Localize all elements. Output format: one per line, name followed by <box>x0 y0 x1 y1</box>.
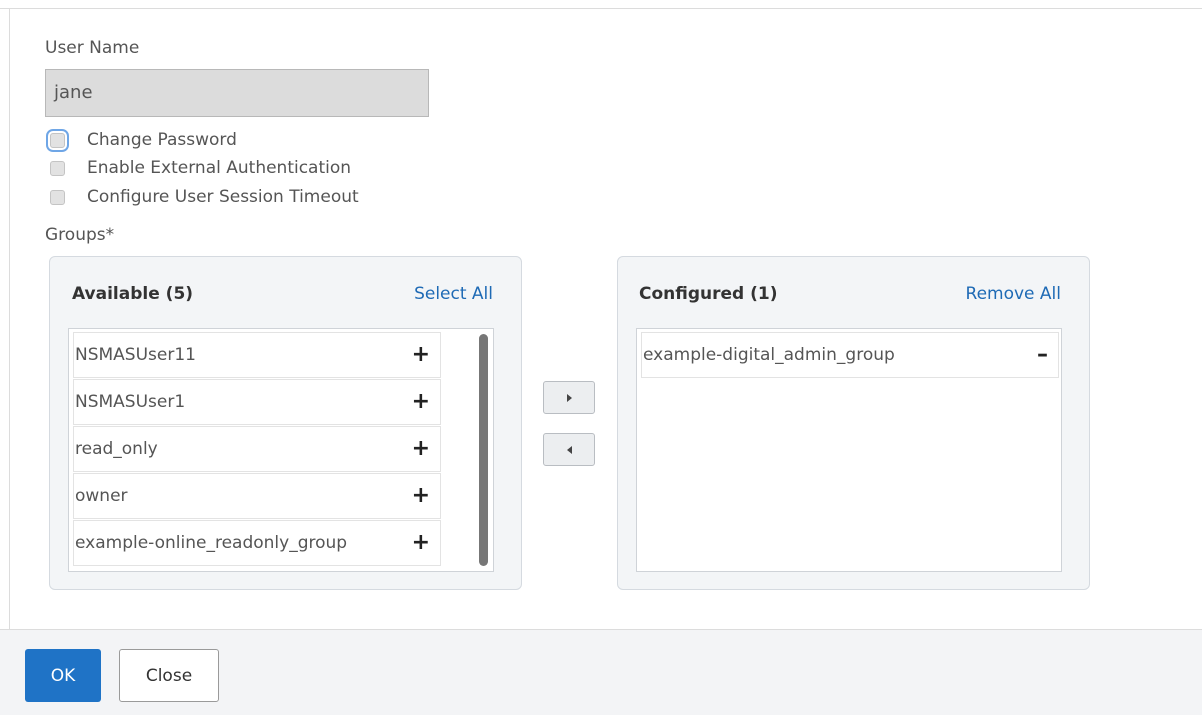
available-groups-panel: Available (5) Select All NSMASUser11 + N… <box>49 256 522 590</box>
session-timeout-label: Configure User Session Timeout <box>87 187 359 207</box>
dialog-top-border <box>0 0 1202 9</box>
list-item[interactable]: example-online_readonly_group + <box>73 520 441 566</box>
list-item[interactable]: read_only + <box>73 426 441 472</box>
plus-icon[interactable]: + <box>412 532 430 554</box>
arrow-left-icon <box>566 445 572 454</box>
list-item[interactable]: NSMASUser1 + <box>73 379 441 425</box>
external-auth-option[interactable]: Enable External Authentication <box>50 157 351 179</box>
external-auth-checkbox[interactable] <box>50 160 65 176</box>
change-password-label: Change Password <box>87 130 237 150</box>
session-timeout-checkbox[interactable] <box>50 189 65 205</box>
external-auth-label: Enable External Authentication <box>87 158 352 178</box>
item-label: owner <box>75 486 128 506</box>
minus-icon[interactable]: – <box>1037 344 1048 366</box>
list-item[interactable]: owner + <box>73 473 441 519</box>
ok-button[interactable]: OK <box>25 649 101 702</box>
list-item[interactable]: NSMASUser11 + <box>73 332 441 378</box>
move-left-button[interactable] <box>543 433 595 466</box>
username-label: User Name <box>45 38 140 58</box>
plus-icon[interactable]: + <box>412 438 430 460</box>
item-label: NSMASUser11 <box>75 345 196 365</box>
change-password-checkbox[interactable] <box>46 128 69 152</box>
username-field[interactable]: jane <box>45 69 429 117</box>
item-label: example-online_readonly_group <box>75 533 348 553</box>
arrow-right-icon <box>566 393 572 402</box>
list-scrollbar[interactable] <box>479 334 488 566</box>
available-list[interactable]: NSMASUser11 + NSMASUser1 + read_only + o… <box>68 328 494 572</box>
plus-icon[interactable]: + <box>412 344 430 366</box>
remove-all-link[interactable]: Remove All <box>966 284 1061 304</box>
item-label: NSMASUser1 <box>75 392 186 412</box>
configured-list[interactable]: example-digital_admin_group – <box>636 328 1062 572</box>
plus-icon[interactable]: + <box>412 391 430 413</box>
available-title: Available (5) <box>72 284 194 304</box>
groups-label: Groups* <box>45 225 115 245</box>
plus-icon[interactable]: + <box>412 485 430 507</box>
move-right-button[interactable] <box>543 381 595 414</box>
session-timeout-option[interactable]: Configure User Session Timeout <box>50 186 359 208</box>
close-button[interactable]: Close <box>119 649 219 702</box>
configured-groups-panel: Configured (1) Remove All example-digita… <box>617 256 1090 590</box>
item-label: read_only <box>75 439 158 459</box>
select-all-link[interactable]: Select All <box>414 284 493 304</box>
change-password-option[interactable]: Change Password <box>46 128 237 152</box>
item-label: example-digital_admin_group <box>643 345 895 365</box>
dialog-left-border <box>9 9 10 629</box>
configured-title: Configured (1) <box>639 284 778 304</box>
list-item[interactable]: example-digital_admin_group – <box>641 332 1059 378</box>
